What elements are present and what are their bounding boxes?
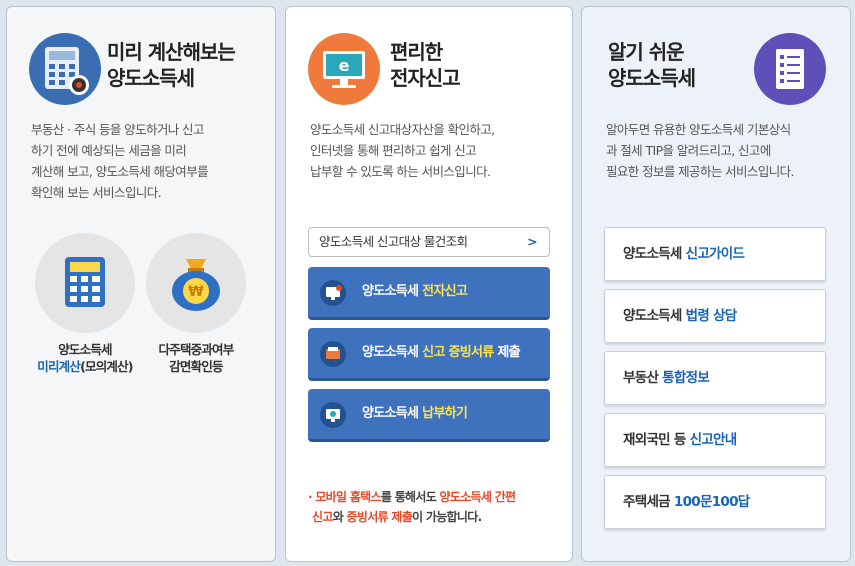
pre-calculation-label-line2: 미리계산(모의계산) (23, 358, 147, 375)
evidence-submit-button-suffix: 제출 (493, 345, 520, 360)
evidence-submit-button-prefix: 양도소득세 (362, 345, 423, 360)
calculator-title: 미리 계산해보는 양도소득세 (107, 39, 236, 91)
note-simple-filing: 양도소득세 간편 (439, 490, 517, 504)
payment-monitor-icon (320, 402, 346, 428)
real-estate-info-prefix: 부동산 (623, 370, 663, 386)
filing-guide-link[interactable]: 양도소득세 신고가이드 (604, 227, 826, 281)
payment-button[interactable]: 양도소득세 납부하기 (308, 389, 550, 442)
pre-calculation-label-line1: 양도소득세 (58, 342, 112, 357)
pre-calculation-label-highlight: 미리계산 (37, 359, 81, 374)
efiling-title-line2: 전자신고 (390, 66, 461, 90)
evidence-submit-button[interactable]: 양도소득세 신고 증빙서류 제출 (308, 328, 550, 381)
law-consult-link[interactable]: 양도소득세 법령 상담 (604, 289, 826, 343)
target-asset-lookup-label: 양도소득세 신고대상 물건조회 (319, 234, 468, 249)
document-tray-icon (320, 341, 346, 367)
e-filing-button[interactable]: 양도소득세 전자신고 (308, 267, 550, 320)
e-filing-button-label: 양도소득세 전자신고 (362, 267, 468, 317)
overseas-filing-prefix: 재외국민 등 (623, 432, 690, 448)
calculator-title-line1: 미리 계산해보는 (107, 40, 236, 64)
calculator-small-icon (65, 257, 105, 307)
overseas-filing-link[interactable]: 재외국민 등 신고안내 (604, 413, 826, 467)
efiling-panel: e 편리한 전자신고 양도소득세 신고대상자산을 확인하고, 인터넷을 통해 편… (285, 6, 573, 562)
calculator-title-line2: 양도소득세 (107, 66, 195, 90)
real-estate-info-highlight: 통합정보 (662, 370, 710, 386)
note-text-2: 와 (332, 510, 347, 524)
overseas-filing-highlight: 신고안내 (689, 432, 738, 448)
calculator-desc-line4: 확인해 보는 서비스입니다. (31, 185, 162, 200)
efiling-title: 편리한 전자신고 (390, 39, 461, 91)
calculator-icon (29, 33, 101, 105)
guide-desc-line2: 과 절세 TIP을 알려드리고, 신고에 (606, 143, 771, 158)
note-evidence-submit: 증빙서류 제출 (346, 510, 413, 524)
multi-house-check-label[interactable]: 다주택중과여부 감면확인등 (141, 341, 251, 375)
filing-guide-prefix: 양도소득세 (623, 246, 686, 262)
evidence-submit-button-label: 양도소득세 신고 증빙서류 제출 (362, 328, 521, 378)
guide-title: 알기 쉬운 양도소득세 (608, 39, 696, 91)
payment-button-highlight: 납부하기 (422, 406, 468, 421)
checklist-icon (754, 33, 826, 105)
housing-tax-faq-prefix: 주택세금 (623, 494, 674, 510)
law-consult-highlight: 법령 상담 (685, 308, 738, 324)
multi-house-check-label-line1: 다주택중과여부 (158, 342, 235, 357)
mobile-hometax-note-line2: 신고와 증빙서류 제출이 가능합니다. (308, 507, 558, 527)
real-estate-info-link[interactable]: 부동산 통합정보 (604, 351, 826, 405)
guide-title-line2: 양도소득세 (608, 66, 696, 90)
mobile-hometax-note-line1: · 모바일 홈택스를 통해서도 양도소득세 간편 (308, 487, 558, 507)
efiling-desc-line2: 인터넷을 통해 편리하고 쉽게 신고 (310, 143, 477, 158)
guide-title-line1: 알기 쉬운 (608, 40, 685, 64)
guide-description: 알아두면 유용한 양도소득세 기본상식 과 절세 TIP을 알려드리고, 신고에… (606, 119, 842, 182)
calculator-desc-line1: 부동산 · 주식 등을 양도하거나 신고 (31, 122, 204, 137)
efiling-desc-line3: 납부할 수 있도록 하는 서비스입니다. (310, 164, 491, 179)
filing-guide-highlight: 신고가이드 (685, 246, 745, 262)
payment-button-prefix: 양도소득세 (362, 406, 423, 421)
pre-calculation-label-rest: (모의계산) (80, 359, 133, 374)
calculator-description: 부동산 · 주식 등을 양도하거나 신고 하기 전에 예상되는 세금을 미리 계… (31, 119, 263, 203)
efiling-desc-line1: 양도소득세 신고대상자산을 확인하고, (310, 122, 495, 137)
law-consult-prefix: 양도소득세 (623, 308, 686, 324)
e-filing-button-prefix: 양도소득세 (362, 284, 423, 299)
evidence-submit-button-highlight: 신고 증빙서류 (422, 345, 494, 360)
housing-tax-faq-highlight: 100문100답 (673, 494, 750, 510)
housing-tax-faq-link[interactable]: 주택세금 100문100답 (604, 475, 826, 529)
guide-desc-line1: 알아두면 유용한 양도소득세 기본상식 (606, 122, 791, 137)
pre-calculation-button[interactable] (35, 233, 135, 333)
calculator-desc-line2: 하기 전에 예상되는 세금을 미리 (31, 143, 187, 158)
chevron-right-icon: > (527, 234, 537, 249)
svg-text:₩: ₩ (188, 284, 204, 300)
svg-text:e: e (339, 56, 350, 75)
payment-button-label: 양도소득세 납부하기 (362, 389, 468, 439)
note-text-3: 이 가능합니다. (412, 510, 482, 524)
mobile-hometax-note: · 모바일 홈택스를 통해서도 양도소득세 간편 신고와 증빙서류 제출이 가능… (308, 487, 558, 527)
note-text-1: 를 통해서도 (380, 490, 440, 504)
efiling-title-line1: 편리한 (390, 40, 443, 64)
note-bullet: · (308, 490, 313, 504)
monitor-icon (320, 280, 346, 306)
mobile-hometax-link[interactable]: 모바일 홈택스 (315, 490, 381, 504)
guide-panel: 알기 쉬운 양도소득세 알아두면 유용한 양도소득세 기본상식 과 절세 TIP… (581, 6, 851, 562)
note-filing: 신고 (312, 510, 333, 524)
monitor-e-icon: e (308, 33, 380, 105)
calculator-panel: 미리 계산해보는 양도소득세 부동산 · 주식 등을 양도하거나 신고 하기 전… (6, 6, 276, 562)
money-bag-icon: ₩ (172, 259, 220, 311)
target-asset-lookup-button[interactable]: 양도소득세 신고대상 물건조회 > (308, 227, 550, 257)
guide-desc-line3: 필요한 정보를 제공하는 서비스입니다. (606, 164, 795, 179)
multi-house-check-label-line2: 감면확인등 (169, 359, 223, 374)
multi-house-check-button[interactable]: ₩ (146, 233, 246, 333)
e-filing-button-highlight: 전자신고 (422, 284, 468, 299)
pre-calculation-label[interactable]: 양도소득세 미리계산(모의계산) (23, 341, 147, 375)
efiling-description: 양도소득세 신고대상자산을 확인하고, 인터넷을 통해 편리하고 쉽게 신고 납… (310, 119, 560, 182)
calculator-desc-line3: 계산해 보고, 양도소득세 해당여부를 (31, 164, 209, 179)
